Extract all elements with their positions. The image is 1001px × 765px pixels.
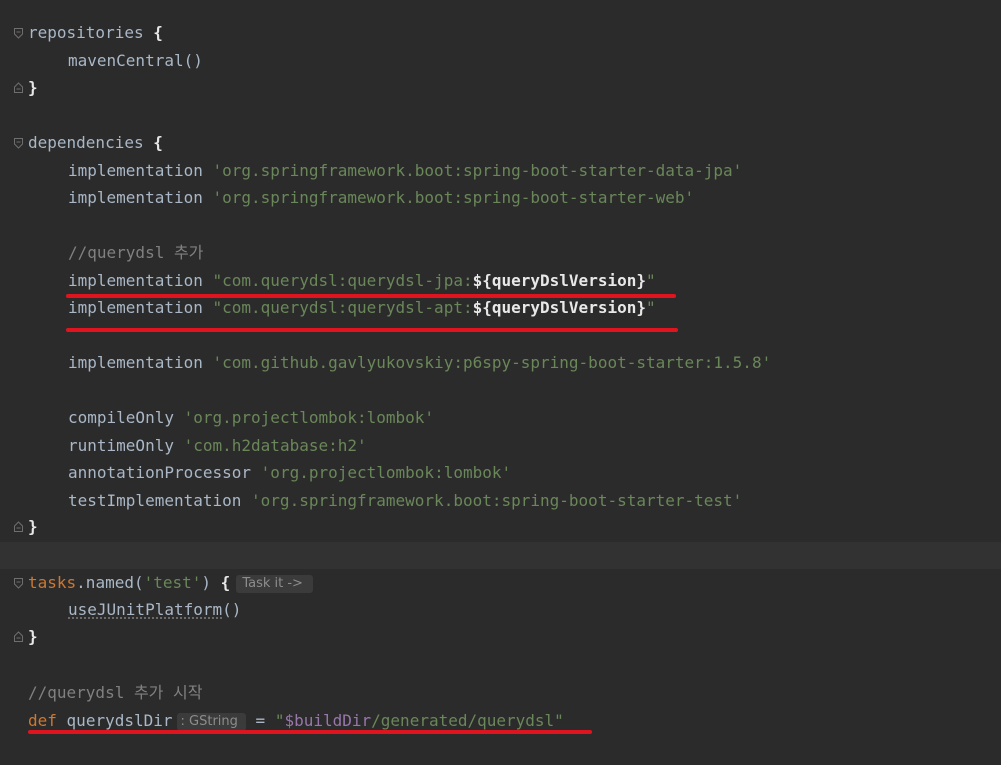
gstring-path: /generated/querydsl" (371, 711, 564, 730)
build-dir-variable: $buildDir (284, 711, 372, 730)
brace-open: { (153, 133, 163, 152)
fold-close-icon[interactable] (14, 521, 23, 532)
dependency-string: 'org.projectlombok:lombok' (183, 408, 435, 427)
implementation-keyword: implementation (68, 298, 203, 317)
dependency-string: "com.querydsl:querydsl-apt: (212, 298, 473, 317)
code-line[interactable]: implementation "com.querydsl:querydsl-jp… (68, 269, 656, 293)
brace-close: } (28, 78, 38, 97)
version-interpolation: ${queryDslVersion} (472, 298, 646, 317)
call-parens: () (222, 600, 242, 619)
dependency-string: 'org.projectlombok:lombok' (260, 463, 512, 482)
implementation-keyword: implementation (68, 353, 203, 372)
fold-open-icon[interactable] (14, 138, 23, 149)
dependency-string: 'com.github.gavlyukovskiy:p6spy-spring-b… (212, 353, 772, 372)
brace-close: } (28, 517, 38, 536)
task-name-string: 'test' (143, 573, 202, 592)
code-line[interactable]: } (28, 625, 38, 649)
implementation-keyword: implementation (68, 161, 203, 180)
code-line[interactable]: useJUnitPlatform() (68, 598, 241, 622)
brace-open: { (153, 23, 163, 42)
dependency-string: 'org.springframework.boot:spring-boot-st… (212, 188, 695, 207)
code-line[interactable]: implementation "com.querydsl:querydsl-ap… (68, 296, 656, 320)
code-line[interactable]: implementation 'org.springframework.boot… (68, 186, 694, 210)
assign-operator: = (245, 711, 275, 730)
code-line[interactable]: dependencies { (28, 131, 163, 155)
code-line[interactable]: compileOnly 'org.projectlombok:lombok' (68, 406, 434, 430)
querydsl-dir-variable: querydslDir (66, 711, 173, 730)
annotation-processor-keyword: annotationProcessor (68, 463, 252, 482)
dependency-string: 'org.springframework.boot:spring-boot-st… (251, 491, 743, 510)
named-call: .named( (76, 573, 144, 592)
comment-line[interactable]: //querydsl 추가 (68, 241, 203, 265)
string-quote: " (645, 298, 656, 317)
code-line[interactable]: runtimeOnly 'com.h2database:h2' (68, 434, 367, 458)
brace-close: } (28, 627, 38, 646)
compile-only-keyword: compileOnly (68, 408, 174, 427)
version-interpolation: ${queryDslVersion} (472, 271, 646, 290)
red-underline-annotation (66, 328, 678, 332)
named-call-close: ) (201, 573, 221, 592)
type-hint: : GString (176, 713, 246, 731)
runtime-only-keyword: runtimeOnly (68, 436, 174, 455)
code-line[interactable]: testImplementation 'org.springframework.… (68, 489, 742, 513)
code-editor[interactable]: repositories { mavenCentral() } dependen… (0, 0, 1001, 765)
current-line-highlight (0, 542, 1001, 569)
code-line[interactable]: implementation 'com.github.gavlyukovskiy… (68, 351, 771, 375)
code-line[interactable]: implementation 'org.springframework.boot… (68, 159, 742, 183)
def-keyword: def (28, 711, 57, 730)
task-param-hint: Task it -> (236, 575, 313, 593)
use-junit-platform-call: useJUnitPlatform (68, 600, 223, 619)
code-line[interactable]: } (28, 76, 38, 100)
fold-close-icon[interactable] (14, 82, 23, 93)
fold-open-icon[interactable] (14, 28, 23, 39)
implementation-keyword: implementation (68, 271, 203, 290)
code-line[interactable]: tasks.named('test') { Task it -> (28, 571, 313, 595)
code-line[interactable]: annotationProcessor 'org.projectlombok:l… (68, 461, 511, 485)
dependency-string: 'com.h2database:h2' (183, 436, 367, 455)
implementation-keyword: implementation (68, 188, 203, 207)
comment-line[interactable]: //querydsl 추가 시작 (28, 681, 202, 705)
dependency-string: "com.querydsl:querydsl-jpa: (212, 271, 473, 290)
dependencies-keyword: dependencies (28, 133, 144, 152)
red-underline-annotation (28, 730, 592, 734)
brace-open: { (220, 573, 231, 592)
dependency-string: 'org.springframework.boot:spring-boot-st… (212, 161, 743, 180)
gstring-quote: " (274, 711, 285, 730)
code-line[interactable]: repositories { (28, 21, 163, 45)
code-line[interactable]: mavenCentral() (68, 49, 203, 73)
repositories-keyword: repositories (28, 23, 144, 42)
maven-central-call: mavenCentral() (68, 51, 203, 70)
code-line[interactable]: } (28, 515, 38, 539)
tasks-identifier: tasks (28, 573, 77, 592)
fold-close-icon[interactable] (14, 631, 23, 642)
test-implementation-keyword: testImplementation (68, 491, 242, 510)
fold-open-icon[interactable] (14, 578, 23, 589)
string-quote: " (645, 271, 656, 290)
